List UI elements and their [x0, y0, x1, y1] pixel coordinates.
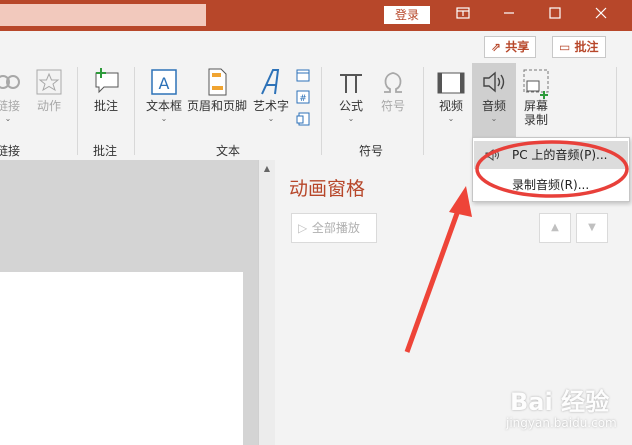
highlight-ellipse	[475, 140, 629, 198]
watermark-logo: Bai 经验	[510, 388, 610, 416]
watermark-url: jingyan.baidu.com	[506, 416, 617, 430]
annotation-overlay	[404, 140, 629, 353]
annotation-arrow-shaft	[404, 204, 463, 353]
annotation-arrow-head	[449, 186, 472, 217]
